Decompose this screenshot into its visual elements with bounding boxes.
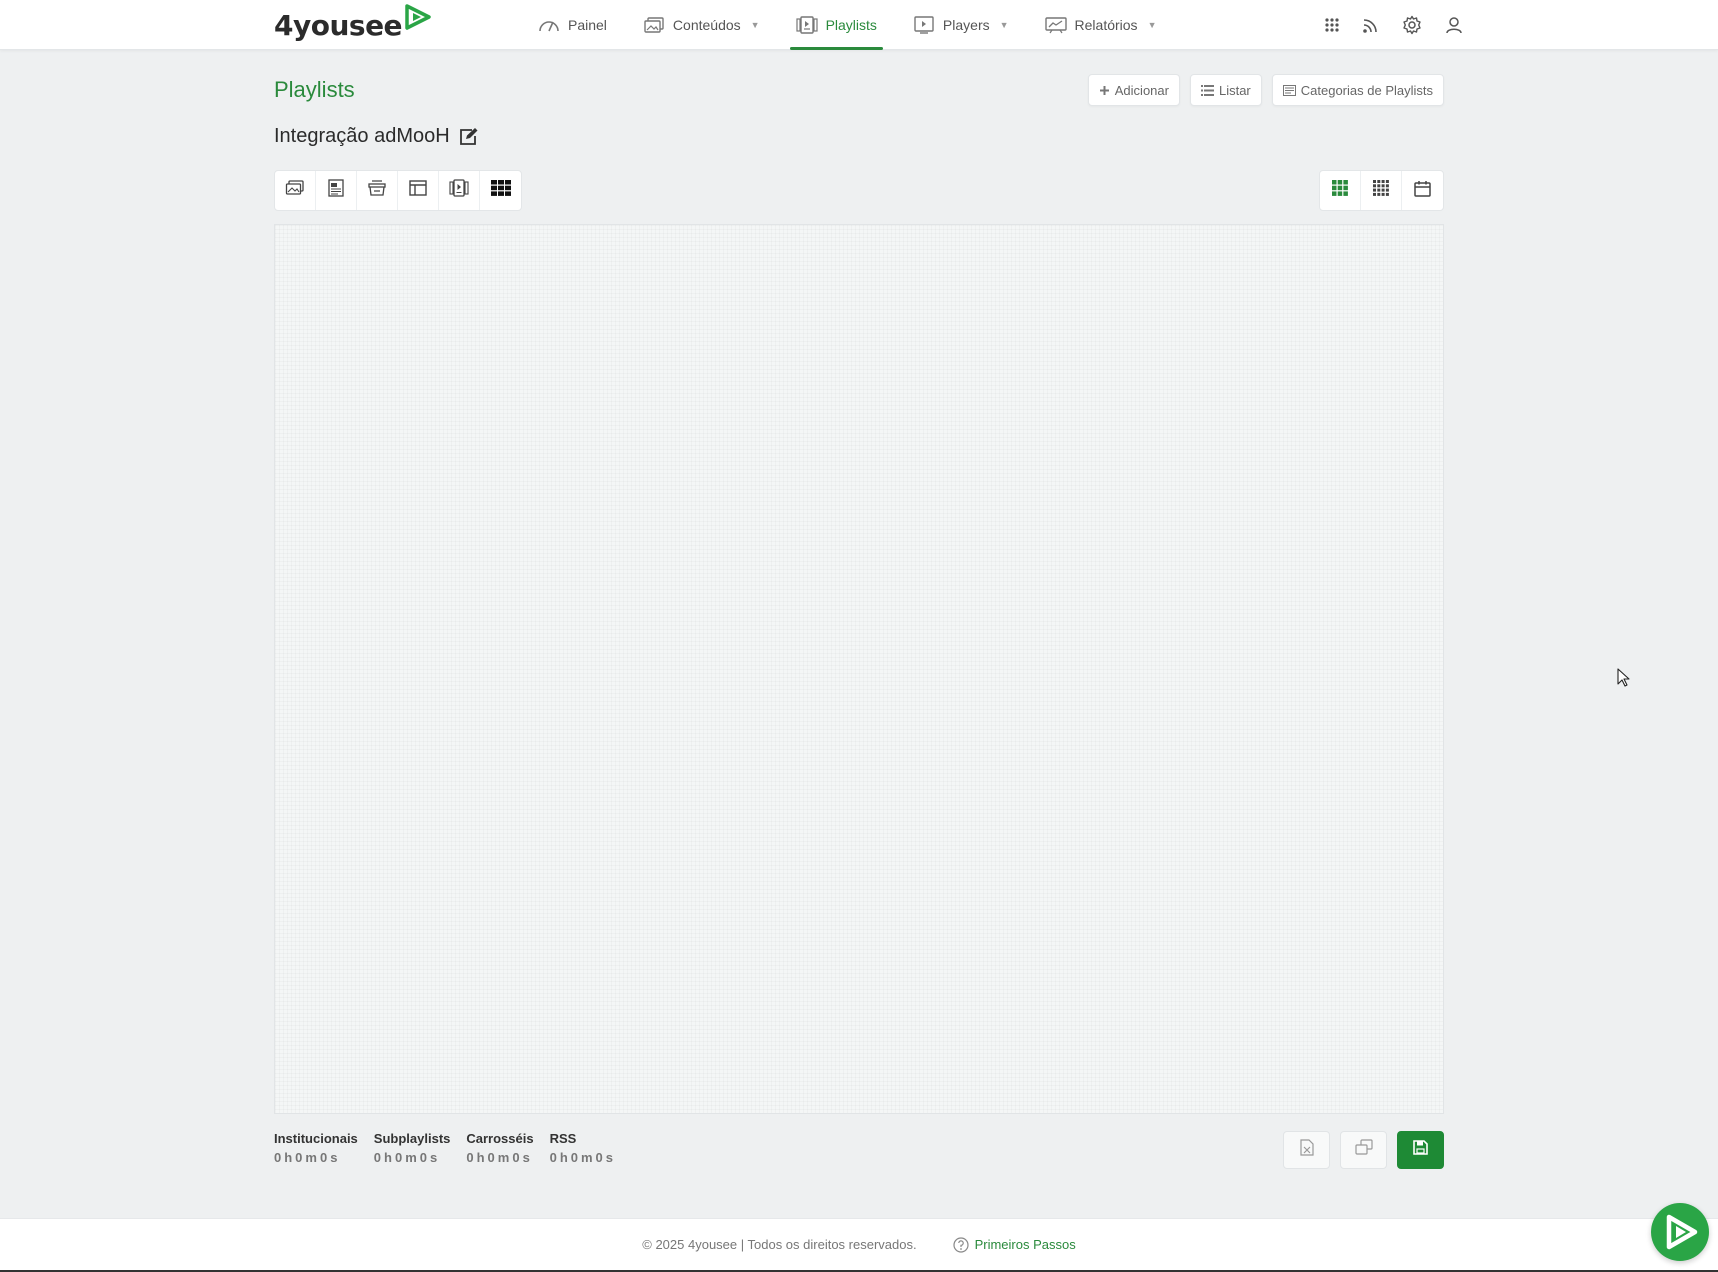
summary-institucionais: Institucionais 0h0m0s	[274, 1131, 358, 1165]
header-actions: Adicionar Listar Categorias de Playlists	[1087, 74, 1444, 106]
page-title: Playlists	[274, 77, 355, 102]
nav-item-label: Painel	[568, 17, 607, 33]
summary-value: 0h0m0s	[373, 1150, 441, 1165]
rss-icon[interactable]	[1362, 16, 1380, 34]
nav-item-painel[interactable]: Painel	[520, 0, 625, 50]
add-layout-button[interactable]	[398, 171, 439, 210]
summary-value: 0h0m0s	[274, 1150, 341, 1165]
user-icon[interactable]	[1444, 15, 1464, 35]
categories-icon	[1282, 84, 1296, 96]
subplaylist-icon	[449, 179, 469, 202]
getting-started-link[interactable]: Primeiros Passos	[952, 1236, 1076, 1253]
nav-item-playlists[interactable]: Playlists	[778, 0, 895, 50]
grid-small-icon	[1373, 180, 1389, 201]
carousel-icon	[367, 179, 387, 202]
list-button-label: Listar	[1218, 82, 1251, 98]
duplicate-button[interactable]	[1340, 1131, 1387, 1169]
floating-assistant-button[interactable]	[1651, 1203, 1709, 1261]
summary-label: Carrosséis	[466, 1131, 534, 1146]
add-grid-button[interactable]	[480, 171, 521, 210]
plus-icon	[1099, 85, 1110, 96]
add-carousel-button[interactable]	[357, 171, 398, 210]
summary-label: RSS	[549, 1131, 577, 1146]
content-type-toolbar	[274, 170, 522, 211]
view-calendar-button[interactable]	[1402, 171, 1443, 210]
summary-rss: RSS 0h0m0s	[550, 1131, 616, 1165]
playlist-categories-button-label: Categorias de Playlists	[1300, 82, 1433, 98]
brand-play-icon	[1666, 1214, 1698, 1250]
list-icon	[1200, 84, 1214, 96]
footer: © 2025 4yousee | Todos os direitos reser…	[0, 1218, 1718, 1270]
gear-icon[interactable]	[1402, 15, 1422, 35]
document-icon	[327, 179, 345, 202]
chart-board-icon	[1044, 16, 1067, 34]
grid-large-icon	[1332, 180, 1348, 201]
view-small-grid-button[interactable]	[1361, 171, 1402, 210]
playlist-categories-button[interactable]: Categorias de Playlists	[1271, 74, 1444, 106]
mouse-cursor-icon	[1617, 668, 1630, 687]
content-icon	[285, 179, 305, 202]
playlist-actions	[1283, 1131, 1444, 1169]
add-document-button[interactable]	[316, 171, 357, 210]
chevron-down-icon: ▼	[750, 20, 760, 30]
brand-name: 4yousee	[274, 9, 403, 42]
main-nav: Painel Conteúdos ▼ Playlists Players ▼ R…	[520, 0, 1174, 50]
playlist-icon	[795, 16, 818, 34]
add-content-button[interactable]	[275, 171, 316, 210]
nav-item-label: Players	[942, 17, 990, 33]
playlist-name: Integração adMooH	[274, 125, 450, 147]
playlist-name-heading: Integração adMooH	[274, 125, 480, 148]
summary-label: Institucionais	[274, 1131, 358, 1146]
save-icon	[1413, 1140, 1428, 1160]
edit-icon[interactable]	[458, 127, 480, 147]
getting-started-label: Primeiros Passos	[974, 1237, 1076, 1252]
layout-icon	[409, 180, 427, 201]
top-navbar: 4yousee Painel Conteúdos ▼ Playlists Pla…	[0, 0, 1718, 50]
add-button-label: Adicionar	[1114, 82, 1169, 98]
save-button[interactable]	[1397, 1131, 1444, 1169]
nav-item-conteudos[interactable]: Conteúdos ▼	[625, 0, 778, 50]
gauge-icon	[538, 17, 560, 33]
list-button[interactable]: Listar	[1189, 74, 1262, 106]
summary-carrosseis: Carrosséis 0h0m0s	[466, 1131, 533, 1165]
summary-value: 0h0m0s	[549, 1150, 617, 1165]
top-right-icons	[1324, 0, 1464, 50]
nav-item-label: Playlists	[825, 17, 877, 33]
nav-item-label: Relatórios	[1074, 17, 1138, 33]
summary-subplaylists: Subplaylists 0h0m0s	[374, 1131, 451, 1165]
playlist-drop-area[interactable]	[274, 224, 1444, 1114]
images-icon	[643, 16, 665, 34]
summary-value: 0h0m0s	[466, 1150, 533, 1165]
brand-play-icon	[405, 4, 431, 30]
nav-item-label: Conteúdos	[672, 17, 741, 33]
help-circle-icon	[952, 1236, 969, 1253]
player-screen-icon	[913, 16, 935, 34]
brand-logo[interactable]: 4yousee	[274, 4, 432, 44]
add-button[interactable]: Adicionar	[1087, 74, 1180, 106]
duration-summary: Institucionais 0h0m0s Subplaylists 0h0m0…	[274, 1131, 616, 1165]
duplicate-icon	[1354, 1139, 1373, 1161]
grid-blocks-icon	[490, 180, 511, 201]
add-subplaylist-button[interactable]	[439, 171, 480, 210]
export-excel-button[interactable]	[1283, 1131, 1330, 1169]
view-mode-toolbar	[1319, 170, 1444, 211]
apps-grid-icon[interactable]	[1324, 17, 1340, 33]
nav-item-relatorios[interactable]: Relatórios ▼	[1027, 0, 1175, 50]
copyright-text: © 2025 4yousee | Todos os direitos reser…	[642, 1237, 917, 1252]
calendar-icon	[1414, 180, 1431, 202]
export-excel-icon	[1299, 1139, 1314, 1161]
chevron-down-icon: ▼	[1147, 20, 1157, 30]
chevron-down-icon: ▼	[999, 20, 1009, 30]
summary-label: Subplaylists	[373, 1131, 451, 1146]
nav-item-players[interactable]: Players ▼	[895, 0, 1027, 50]
view-large-grid-button[interactable]	[1320, 171, 1361, 210]
